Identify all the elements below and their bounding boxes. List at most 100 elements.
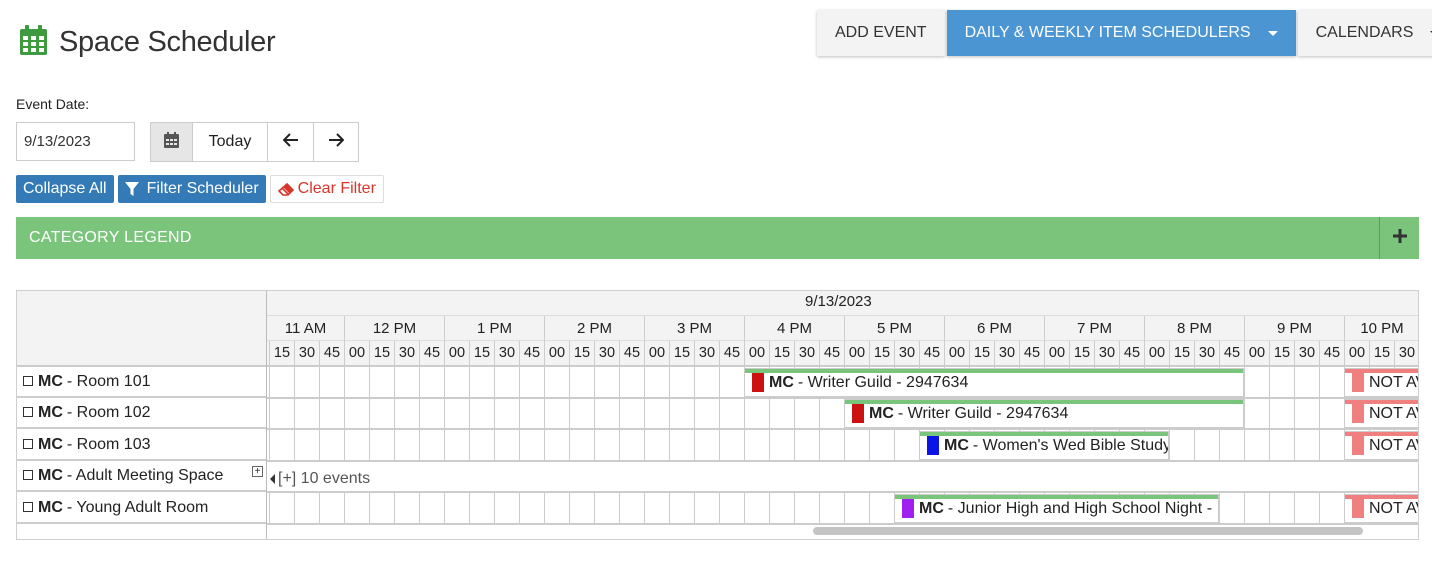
slot-line (844, 430, 845, 461)
resource-checkbox[interactable] (23, 469, 33, 480)
slot-line (694, 430, 695, 461)
category-legend-panel[interactable]: CATEGORY LEGEND (16, 217, 1419, 259)
event-block[interactable]: MC - Writer Guild - 2947634 (844, 399, 1244, 428)
resource-checkbox[interactable] (23, 406, 33, 417)
minute-header-cell: 00 (944, 341, 969, 367)
slot-line (519, 398, 520, 429)
previous-day-button[interactable] (267, 122, 314, 162)
minute-header-cell: 45 (1019, 341, 1044, 367)
resource-checkbox[interactable] (23, 438, 33, 449)
today-button[interactable]: Today (192, 122, 268, 162)
event-block[interactable]: MC - Junior High and High School Night - (894, 494, 1219, 523)
resource-row[interactable]: MC - Room 103 (17, 430, 266, 461)
minute-header-cell: 15 (1069, 341, 1094, 367)
event-category-swatch (1352, 436, 1364, 455)
filter-scheduler-button[interactable]: Filter Scheduler (117, 175, 266, 203)
slot-line (394, 430, 395, 461)
page-title: Space Scheduler (59, 25, 276, 58)
event-block[interactable]: NOT AVA (1344, 368, 1418, 397)
slot-line (444, 493, 445, 524)
slot-line (1269, 430, 1270, 461)
calendar-picker-button[interactable] (150, 122, 193, 162)
minute-header-cell: 15 (769, 341, 794, 367)
event-block[interactable]: NOT AVA (1344, 494, 1418, 523)
resource-name: - Young Adult Room (66, 498, 209, 516)
event-status-bar (745, 369, 1243, 373)
event-status-bar (1345, 432, 1418, 436)
event-status-bar (920, 432, 1168, 436)
slot-line (544, 430, 545, 461)
collapse-all-button[interactable]: Collapse All (16, 175, 114, 203)
clear-filter-button[interactable]: Clear Filter (269, 175, 384, 203)
timeline: 9/13/2023 11 AM 12 PM 1 PM 2 PM 3 PM 4 PM 5 PM… (267, 291, 1418, 539)
event-category-swatch (1352, 404, 1364, 423)
next-day-button[interactable] (313, 122, 359, 162)
slot-line (419, 398, 420, 429)
minute-header-cell: 00 (744, 341, 769, 367)
slot-line (394, 367, 395, 398)
slot-line (269, 398, 270, 429)
event-title: NOT AVA (1369, 436, 1418, 454)
slot-line (619, 398, 620, 429)
add-event-button[interactable]: ADD EVENT (817, 10, 945, 56)
resource-checkbox[interactable] (23, 501, 33, 512)
event-block[interactable]: MC - Women's Wed Bible Study (919, 431, 1169, 460)
slot-line (819, 398, 820, 429)
legend-expand-button[interactable] (1379, 217, 1419, 259)
minute-header-cell: 30 (1394, 341, 1418, 367)
resource-row[interactable]: MC - Room 101 (17, 367, 266, 398)
slot-line (669, 398, 670, 429)
slot-line (1219, 493, 1220, 524)
calendars-label: CALENDARS (1315, 24, 1414, 41)
slot-line (619, 493, 620, 524)
minute-header-cell: 45 (319, 341, 344, 367)
timeline-date-header: 9/13/2023 (267, 291, 1418, 316)
resource-row[interactable]: MC - Young Adult Room (17, 493, 266, 524)
minute-header-cell: 45 (619, 341, 644, 367)
slot-line (294, 493, 295, 524)
event-block[interactable]: MC - Writer Guild - 2947634 (744, 368, 1244, 397)
minute-header-cell: 45 (819, 341, 844, 367)
slot-line (1244, 493, 1245, 524)
filter-icon (124, 182, 139, 196)
minute-header-cell: 15 (1169, 341, 1194, 367)
slot-line (519, 493, 520, 524)
caret-down-icon (1267, 30, 1278, 36)
slot-line (444, 398, 445, 429)
resource-row[interactable]: MC - Adult Meeting Space + (17, 461, 266, 492)
resource-checkbox[interactable] (23, 375, 33, 386)
minute-header-cell: 15 (969, 341, 994, 367)
item-schedulers-dropdown[interactable]: DAILY & WEEKLY ITEM SCHEDULERS (946, 10, 1296, 56)
slot-line (619, 367, 620, 398)
arrow-right-icon (328, 132, 345, 152)
event-date-input[interactable] (16, 122, 135, 161)
slot-line (444, 367, 445, 398)
slot-line (1194, 430, 1195, 461)
slot-line (544, 398, 545, 429)
slot-line (719, 430, 720, 461)
hour-header-cell: 10 PM (1344, 316, 1418, 341)
hour-header-cell: 9 PM (1244, 316, 1344, 341)
event-block[interactable]: NOT AVA (1344, 399, 1418, 428)
event-block[interactable]: NOT AVA (1344, 431, 1418, 460)
horizontal-scrollbar[interactable] (813, 527, 1363, 535)
resource-site: MC (38, 372, 63, 390)
slot-line (1244, 367, 1245, 398)
plus-icon (1392, 228, 1408, 249)
slot-line (869, 493, 870, 524)
row-divider (267, 397, 1418, 399)
event-status-bar (1345, 495, 1418, 499)
event-status-bar (1345, 400, 1418, 404)
event-title: NOT AVA (1369, 373, 1418, 391)
calendars-dropdown[interactable]: CALENDARS (1297, 10, 1432, 56)
more-events-link[interactable]: [+] 10 events (270, 470, 370, 488)
expand-row-icon[interactable]: + (252, 466, 263, 477)
minute-header-cell: 15 (269, 341, 294, 367)
slot-line (769, 430, 770, 461)
slot-line (694, 493, 695, 524)
event-site: MC (944, 436, 969, 454)
slot-line (1294, 398, 1295, 429)
slot-line (694, 367, 695, 398)
resource-row[interactable]: MC - Room 102 (17, 398, 266, 429)
slot-line (694, 398, 695, 429)
